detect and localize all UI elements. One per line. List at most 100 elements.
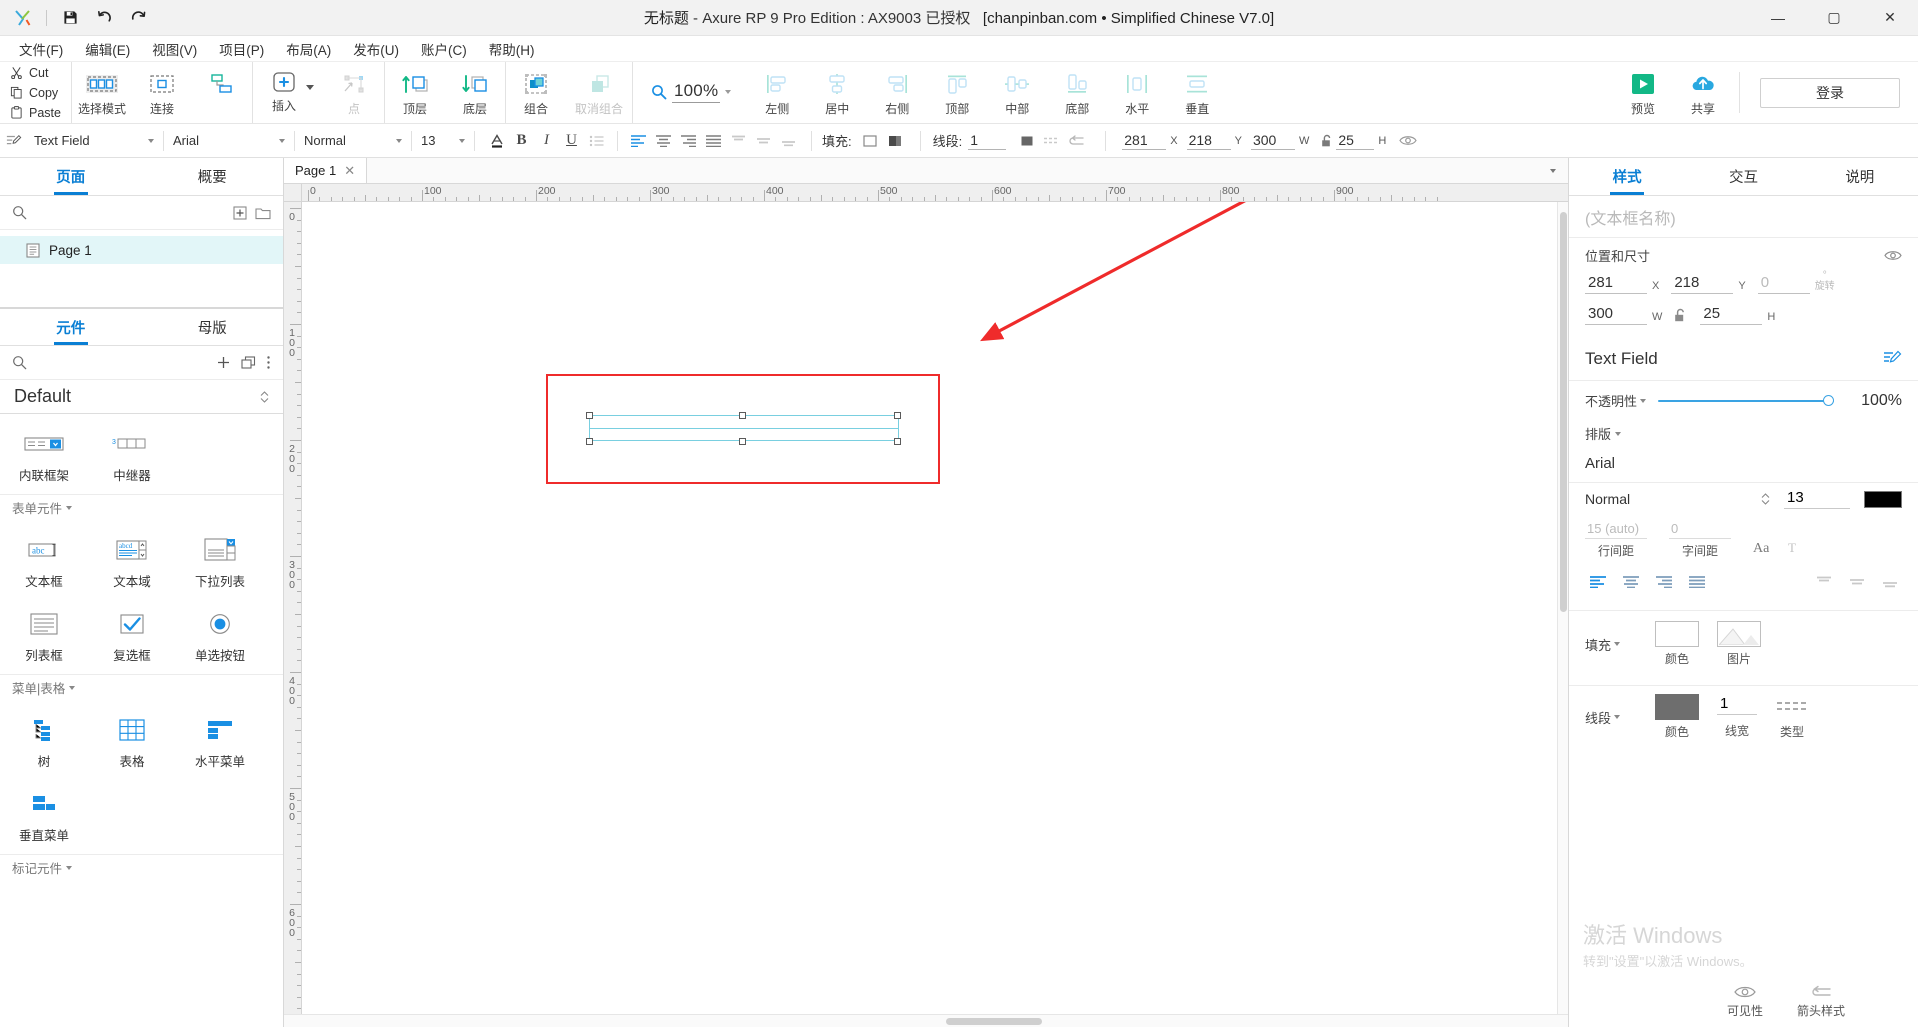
line-color-swatch[interactable] <box>1655 694 1699 720</box>
valign-bottom-icon[interactable] <box>776 128 801 153</box>
widget-droplist[interactable]: 下拉列表 <box>176 526 264 600</box>
y-input[interactable] <box>1671 274 1734 294</box>
menu-item-publish[interactable]: 发布(U) <box>342 36 410 62</box>
search-icon[interactable] <box>12 205 27 220</box>
page-item-page1[interactable]: Page 1 <box>0 236 283 264</box>
fill-gradient-swatch[interactable] <box>883 128 908 153</box>
close-icon[interactable]: ✕ <box>344 163 355 179</box>
resize-handle-sw[interactable] <box>586 438 593 445</box>
widget-name-input[interactable]: (文本框名称) <box>1569 196 1918 238</box>
visibility-icon[interactable] <box>1395 128 1420 153</box>
widget-checkbox[interactable]: 复选框 <box>88 600 176 674</box>
align-text-justify-icon[interactable] <box>701 128 726 153</box>
fill-image-swatch[interactable] <box>1717 621 1761 647</box>
widget-type-select[interactable]: Text Field <box>28 124 160 158</box>
resize-handle-n[interactable] <box>739 412 746 419</box>
align-text-center-icon[interactable] <box>1618 569 1643 594</box>
distribute-h-button[interactable]: 水平 <box>1107 62 1167 123</box>
x-position-input[interactable] <box>1122 131 1167 150</box>
plus-icon[interactable] <box>216 355 231 370</box>
widget-text-field[interactable]: abc 文本框 <box>0 526 88 600</box>
font-weight-select[interactable]: Normal <box>1585 491 1770 507</box>
valign-middle-icon[interactable] <box>751 128 776 153</box>
add-folder-icon[interactable] <box>255 206 271 220</box>
widget-library-scroll[interactable]: 内联框架 3 中继器 表单元件 abc 文本框 abcd 文本域 下拉列表 列表… <box>0 414 283 1027</box>
menu-item-help[interactable]: 帮助(H) <box>478 36 546 62</box>
section-header-markup[interactable]: 标记元件 <box>0 854 283 880</box>
slider-knob[interactable] <box>1823 395 1834 406</box>
line-color-swatch[interactable] <box>1014 128 1039 153</box>
align-text-right-icon[interactable] <box>1651 569 1676 594</box>
font-color-icon[interactable] <box>484 128 509 153</box>
menu-item-file[interactable]: 文件(F) <box>8 36 74 62</box>
text-decoration-icon[interactable]: T <box>1787 539 1799 555</box>
group-button[interactable]: 组合 <box>506 62 566 123</box>
height-input[interactable] <box>1336 131 1375 150</box>
library-selector[interactable]: Default <box>0 380 283 414</box>
opacity-value[interactable]: 100% <box>1846 392 1902 410</box>
align-text-center-icon[interactable] <box>651 128 676 153</box>
horizontal-ruler[interactable]: 0 100 200 300 400 500 600 700 800 900 <box>302 184 1568 202</box>
menu-item-layout[interactable]: 布局(A) <box>275 36 342 62</box>
line-height-value[interactable]: 15 (auto) <box>1585 521 1647 539</box>
align-text-left-icon[interactable] <box>626 128 651 153</box>
align-text-left-icon[interactable] <box>1585 569 1610 594</box>
height-input[interactable] <box>1700 305 1763 325</box>
font-size-select[interactable]: 13 <box>415 124 471 158</box>
font-size-input[interactable] <box>1784 489 1850 509</box>
widget-listbox[interactable]: 列表框 <box>0 600 88 674</box>
selected-text-field-widget[interactable] <box>586 412 901 445</box>
share-button[interactable]: 共享 <box>1673 62 1733 123</box>
copy-button[interactable]: Copy <box>8 83 71 103</box>
line-type-option[interactable]: 类型 <box>1775 694 1809 740</box>
font-weight-select[interactable]: Normal <box>298 124 408 158</box>
redo-icon[interactable] <box>121 3 155 33</box>
vertical-ruler[interactable]: 0 100 200 300 400 500 600 <box>284 202 302 1014</box>
duplicate-icon[interactable] <box>241 355 256 370</box>
minimize-button[interactable]: — <box>1750 0 1806 36</box>
font-weight-caret-icon[interactable] <box>396 138 402 143</box>
select-mode-button[interactable]: 选择模式 <box>72 62 132 123</box>
letter-spacing-value[interactable]: 0 <box>1669 521 1731 539</box>
opacity-slider[interactable] <box>1658 394 1834 408</box>
fill-color-swatch[interactable] <box>858 128 883 153</box>
send-back-button[interactable]: 底层 <box>445 62 505 123</box>
align-center-h-button[interactable]: 居中 <box>807 62 867 123</box>
menu-item-account[interactable]: 账户(C) <box>410 36 478 62</box>
connect-button[interactable]: 连接 <box>132 62 192 123</box>
widget-vertical-menu[interactable]: 垂直菜单 <box>0 780 88 854</box>
font-family-select[interactable]: Arial <box>167 124 291 158</box>
font-family-row[interactable]: Arial <box>1569 445 1918 483</box>
add-page-icon[interactable] <box>233 205 247 220</box>
widget-tree[interactable]: 树 <box>0 706 88 780</box>
tab-outline[interactable]: 概要 <box>142 158 284 195</box>
line-arrow-icon[interactable] <box>1064 128 1089 153</box>
align-middle-button[interactable]: 中部 <box>987 62 1047 123</box>
width-input[interactable] <box>1250 131 1295 150</box>
lock-open-icon[interactable] <box>1318 128 1336 153</box>
zoom-control[interactable]: 100% <box>633 81 747 103</box>
close-button[interactable]: ✕ <box>1862 0 1918 36</box>
valign-top-icon[interactable] <box>726 128 751 153</box>
widget-repeater[interactable]: 3 中继器 <box>88 420 176 494</box>
design-canvas[interactable] <box>302 202 1557 1014</box>
visibility-icon[interactable] <box>1884 249 1902 262</box>
widget-style-icon[interactable] <box>0 124 28 158</box>
save-icon[interactable] <box>53 3 87 33</box>
bold-button[interactable]: B <box>509 128 534 153</box>
cut-button[interactable]: Cut <box>8 63 71 83</box>
fill-image-option[interactable]: 图片 <box>1717 621 1761 667</box>
underline-button[interactable]: U <box>559 128 584 153</box>
section-header-menu-table[interactable]: 菜单|表格 <box>0 674 283 700</box>
fill-color-option[interactable]: 颜色 <box>1655 621 1699 667</box>
insert-dropdown-caret-icon[interactable] <box>306 85 314 90</box>
connector-tool-button[interactable] <box>192 62 252 123</box>
font-family-caret-icon[interactable] <box>279 138 285 143</box>
resize-handle-nw[interactable] <box>586 412 593 419</box>
widget-type-caret-icon[interactable] <box>148 138 154 143</box>
tab-pages[interactable]: 页面 <box>0 158 142 195</box>
menu-item-project[interactable]: 项目(P) <box>208 36 275 62</box>
valign-top-icon[interactable] <box>1811 569 1836 594</box>
y-position-input[interactable] <box>1186 131 1231 150</box>
tab-widgets[interactable]: 元件 <box>0 309 142 345</box>
